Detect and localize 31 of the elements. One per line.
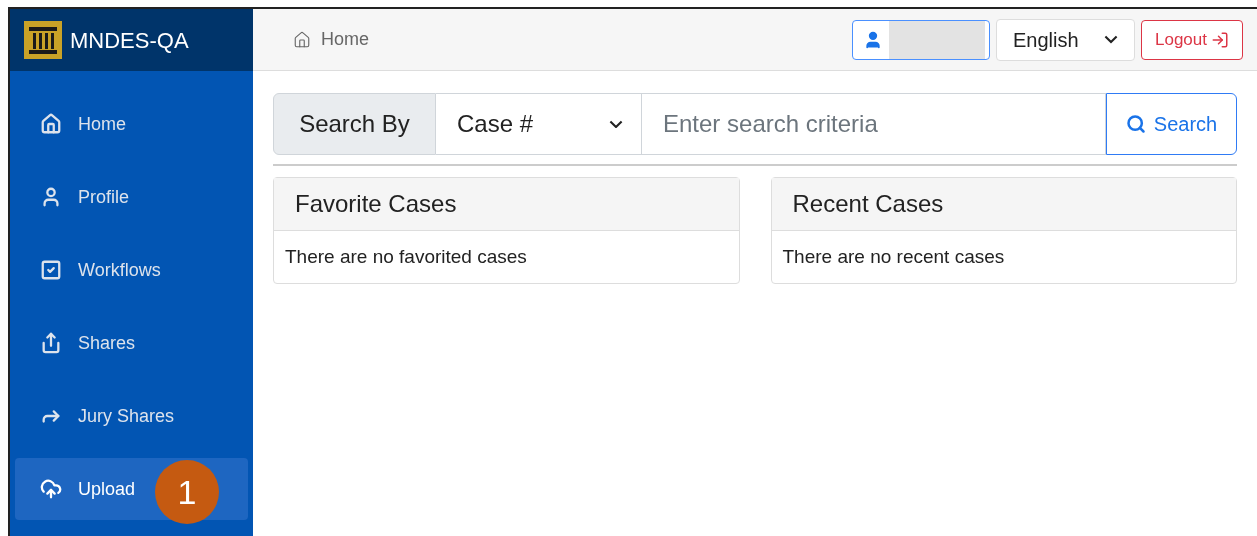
user-icon [863, 29, 883, 50]
sidebar-item[interactable]: Profile [15, 166, 248, 228]
sidebar-item[interactable]: Workflows [15, 239, 248, 301]
search-button[interactable]: Search [1106, 93, 1237, 155]
share-icon [40, 332, 62, 354]
app-title: MNDES-QA [70, 26, 189, 55]
home-icon [40, 113, 62, 135]
chevron-icon [609, 119, 623, 129]
chevron-icon [1104, 35, 1118, 44]
breadcrumb[interactable]: Home [321, 26, 369, 53]
step-badge: 1 [155, 460, 219, 524]
search-icon [1125, 114, 1146, 134]
user-button[interactable] [852, 19, 990, 60]
search-field[interactable]: Enter search criteria [641, 93, 1106, 155]
search-by-label: Search By [273, 93, 436, 155]
field-select[interactable]: Case # [436, 93, 641, 155]
panel-title: Recent Cases [771, 178, 1236, 231]
logout-button[interactable]: Logout [1141, 19, 1243, 60]
panel-message: There are no favorited cases [284, 244, 528, 269]
language-select[interactable]: English [996, 18, 1135, 61]
home-icon [293, 30, 311, 49]
logout-icon [1211, 30, 1229, 49]
cloud-upload-icon [40, 478, 62, 500]
panel-message: There are no recent cases [781, 244, 1006, 269]
sidebar-item[interactable]: Home [15, 93, 248, 155]
sidebar-item[interactable]: Shares [15, 312, 248, 374]
panel-title: Favorite Cases [274, 178, 739, 231]
checkbox-icon [40, 259, 62, 281]
pillar-logo-icon [24, 21, 62, 59]
sidebar-item[interactable]: Jury Shares [15, 385, 248, 447]
user-icon [40, 186, 62, 208]
